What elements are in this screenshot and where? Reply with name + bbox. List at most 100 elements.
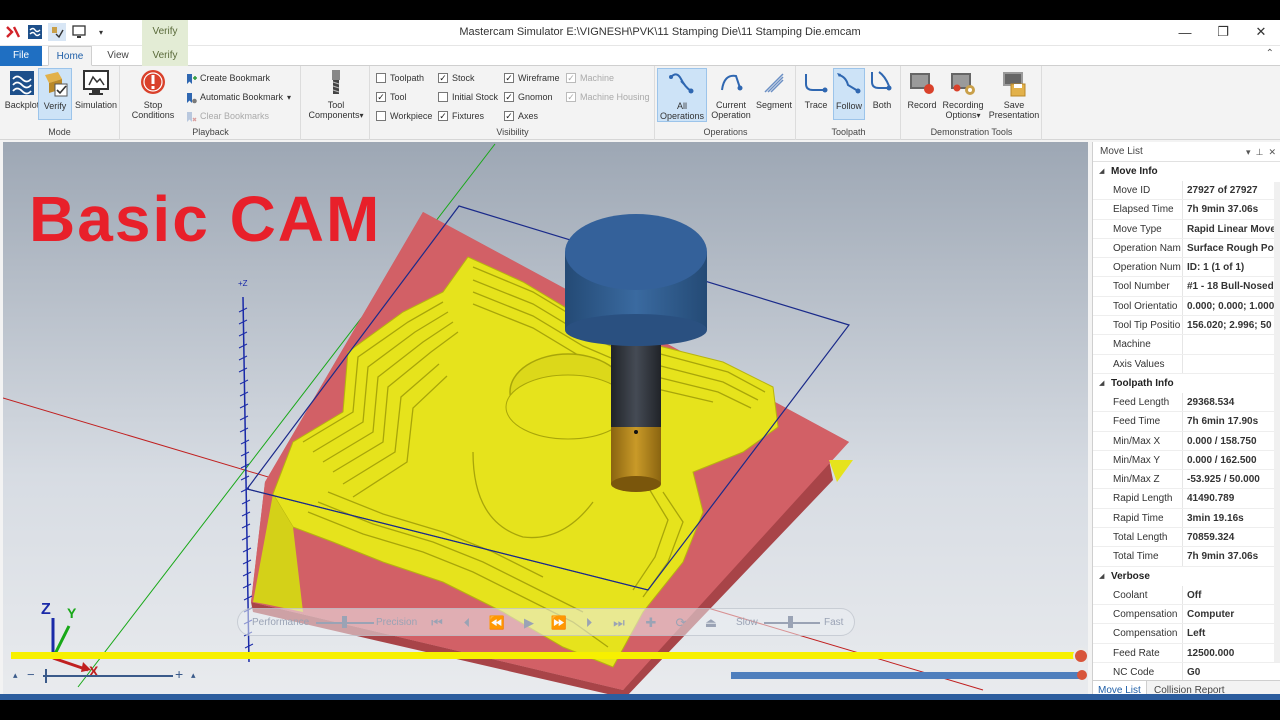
- recording-options-dropdown-icon[interactable]: ▾: [977, 111, 981, 120]
- app-logo-icon[interactable]: [4, 23, 22, 41]
- segment-button[interactable]: Segment: [754, 68, 794, 120]
- automatic-bookmark-label: Automatic Bookmark: [200, 92, 284, 102]
- verify-quick-icon[interactable]: [48, 23, 66, 41]
- verify-button[interactable]: Verify: [38, 68, 72, 120]
- group-toolpath-label: Toolpath: [831, 127, 866, 137]
- zoom-slider[interactable]: [43, 675, 173, 677]
- tab-view[interactable]: View: [96, 46, 140, 66]
- progress-track[interactable]: [11, 652, 1079, 659]
- zoom-out-triangle-icon[interactable]: ▴: [13, 670, 18, 681]
- fast-forward-icon[interactable]: ⏩: [550, 615, 568, 631]
- play-icon[interactable]: ▶: [520, 615, 538, 631]
- machine-checkbox[interactable]: ✓ Machine: [566, 70, 614, 86]
- all-operations-label: All Operations: [659, 101, 705, 121]
- step-forward-icon[interactable]: ⏵: [580, 615, 598, 631]
- close-icon[interactable]: ✕: [1242, 20, 1280, 44]
- initial-stock-checkbox-box[interactable]: [438, 91, 448, 102]
- rewind-icon[interactable]: ⏪: [488, 615, 506, 631]
- record-button[interactable]: Record: [904, 68, 940, 120]
- initial-stock-checkbox-label: Initial Stock: [452, 92, 499, 102]
- initial-stock-checkbox[interactable]: Initial Stock: [438, 89, 498, 105]
- stop-conditions-button[interactable]: Stop Conditions: [125, 68, 181, 120]
- tab-verify[interactable]: Verify: [142, 46, 188, 66]
- fixtures-checkbox[interactable]: ✓ Fixtures: [438, 108, 484, 124]
- property-row: Tool Number #1 - 18 Bull-Nosed: [1093, 277, 1280, 297]
- tool-components-dropdown-icon[interactable]: ▾: [360, 111, 364, 120]
- current-operation-button[interactable]: Current Operation: [709, 68, 753, 120]
- workpiece-checkbox-box[interactable]: [376, 110, 386, 121]
- go-to-end-icon[interactable]: ⏭: [610, 615, 628, 631]
- follow-button[interactable]: Follow: [833, 68, 865, 120]
- tab-home[interactable]: Home: [48, 46, 92, 66]
- zoom-slider-thumb[interactable]: [45, 669, 47, 683]
- tool-checkbox-box[interactable]: ✓: [376, 91, 386, 102]
- toolpath-checkbox-box[interactable]: [376, 72, 386, 83]
- machine-housing-checkbox-box[interactable]: ✓: [566, 91, 576, 102]
- axes-checkbox-box[interactable]: ✓: [504, 110, 514, 121]
- bookmark-icon[interactable]: ⏏: [702, 615, 720, 631]
- property-name: Coolant: [1093, 585, 1183, 604]
- gnomon-checkbox[interactable]: ✓ Gnomon: [504, 89, 553, 105]
- machine-housing-checkbox[interactable]: ✓ Machine Housing: [566, 89, 650, 105]
- property-row: Move ID 27927 of 27927: [1093, 181, 1280, 201]
- zoom-out-icon[interactable]: −: [27, 667, 35, 682]
- step-back-icon[interactable]: ⏴: [458, 615, 476, 631]
- speed-slider-thumb[interactable]: [788, 616, 793, 628]
- section-header[interactable]: Verbose: [1093, 566, 1280, 586]
- pin-icon[interactable]: ⊥: [1256, 147, 1264, 157]
- recording-options-button[interactable]: Recording Options▾: [940, 68, 986, 120]
- trace-button[interactable]: Trace: [799, 68, 833, 120]
- wireframe-checkbox[interactable]: ✓ Wireframe: [504, 70, 560, 86]
- go-to-start-icon[interactable]: ⏮: [428, 615, 446, 631]
- wireframe-checkbox-box[interactable]: ✓: [504, 72, 514, 83]
- simulation-button[interactable]: Simulation: [74, 68, 118, 120]
- graphics-viewport[interactable]: +Z Z Y X Basic CAM Performance Precision…: [3, 142, 1088, 700]
- save-presentation-button[interactable]: Save Presentation: [988, 68, 1040, 120]
- workpiece-checkbox[interactable]: Workpiece: [376, 108, 432, 124]
- machine-checkbox-box[interactable]: ✓: [566, 72, 576, 83]
- stock-checkbox-box[interactable]: ✓: [438, 72, 448, 83]
- restore-icon[interactable]: ❐: [1204, 20, 1242, 44]
- tab-file[interactable]: File: [0, 46, 42, 66]
- ribbon-collapse-icon[interactable]: ⌃: [1266, 48, 1274, 59]
- section-header[interactable]: Move Info: [1093, 162, 1280, 181]
- section-header[interactable]: Toolpath Info: [1093, 373, 1280, 393]
- qat-dropdown-icon[interactable]: ▾: [92, 23, 110, 41]
- backplot-quick-icon[interactable]: [26, 23, 44, 41]
- fixtures-checkbox-box[interactable]: ✓: [438, 110, 448, 121]
- progress-scrubber-knob[interactable]: [1073, 648, 1088, 664]
- simulation-quick-icon[interactable]: [70, 23, 88, 41]
- all-operations-button[interactable]: All Operations: [657, 68, 707, 122]
- both-button[interactable]: Both: [865, 68, 899, 120]
- fast-label: Fast: [824, 617, 844, 628]
- property-row: Rapid Length 41490.789: [1093, 489, 1280, 509]
- stock-checkbox[interactable]: ✓ Stock: [438, 70, 475, 86]
- panel-close-icon[interactable]: ✕: [1268, 147, 1276, 157]
- simulation-label: Simulation: [74, 100, 118, 110]
- property-value: 0.000 / 162.500: [1187, 454, 1257, 466]
- minimize-icon[interactable]: —: [1166, 20, 1204, 44]
- backplot-button[interactable]: Backplot: [2, 68, 42, 120]
- move-progress-bar[interactable]: [731, 672, 1083, 679]
- automatic-bookmark-button[interactable]: Automatic Bookmark ▾: [185, 89, 291, 105]
- quality-slider-thumb[interactable]: [342, 616, 347, 628]
- zoom-in-icon[interactable]: +: [175, 666, 183, 682]
- toolpath-checkbox[interactable]: Toolpath: [376, 70, 424, 86]
- clear-bookmarks-button[interactable]: Clear Bookmarks: [185, 108, 269, 124]
- create-bookmark-button[interactable]: Create Bookmark: [185, 70, 270, 86]
- tool-components-button[interactable]: Tool Components▾: [304, 68, 368, 120]
- window-controls: — ❐ ✕: [1166, 20, 1280, 44]
- property-value: 3min 19.16s: [1187, 512, 1244, 524]
- move-progress-knob[interactable]: [1077, 670, 1087, 680]
- tool-checkbox[interactable]: ✓ Tool: [376, 89, 407, 105]
- stop-conditions-label: Stop Conditions: [131, 100, 175, 120]
- panel-scrollbar[interactable]: [1274, 182, 1280, 662]
- panel-dropdown-icon[interactable]: ▾: [1246, 147, 1251, 157]
- add-bookmark-icon[interactable]: ✚: [642, 615, 660, 631]
- loop-icon[interactable]: ⟳: [672, 615, 690, 631]
- gnomon-checkbox-box[interactable]: ✓: [504, 91, 514, 102]
- automatic-bookmark-dropdown-icon[interactable]: ▾: [287, 93, 291, 102]
- current-operation-label: Current Operation: [711, 100, 751, 120]
- axes-checkbox[interactable]: ✓ Axes: [504, 108, 538, 124]
- zoom-in-triangle-icon[interactable]: ▴: [191, 670, 196, 681]
